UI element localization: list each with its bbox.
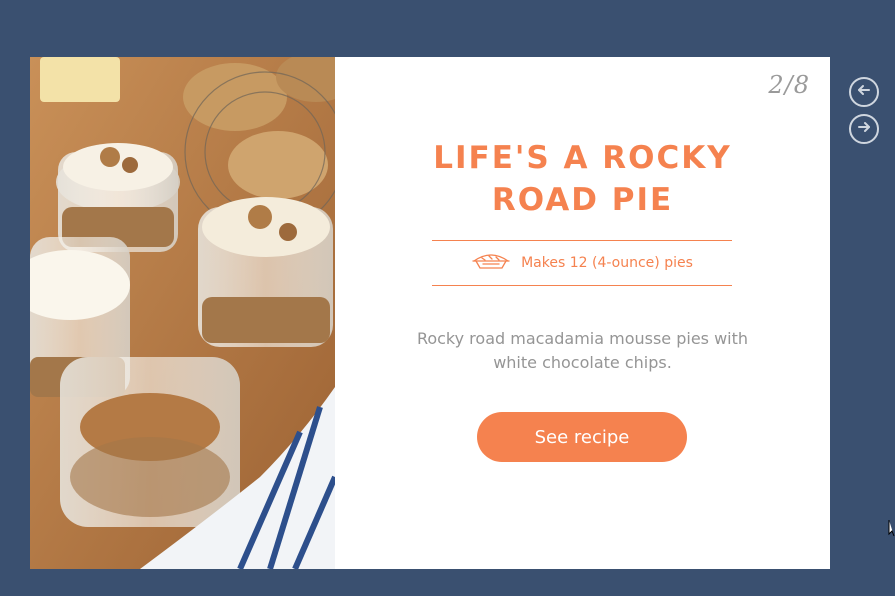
- recipe-photo: [30, 57, 335, 569]
- arrow-right-circle-icon: [855, 118, 873, 140]
- see-recipe-button[interactable]: See recipe: [477, 412, 687, 462]
- recipe-description-line2: white chocolate chips.: [493, 353, 672, 372]
- next-slide-button[interactable]: [849, 114, 879, 144]
- recipe-title: LIFE'S A ROCKY ROAD PIE: [335, 137, 830, 221]
- prev-slide-button[interactable]: [849, 77, 879, 107]
- recipe-title-line1: LIFE'S A ROCKY: [433, 140, 732, 176]
- mouse-cursor-icon: [888, 519, 895, 541]
- recipe-yield-text: Makes 12 (4-ounce) pies: [521, 255, 693, 271]
- recipe-content: 2/8 LIFE'S A ROCKY ROAD PIE Makes 12 (4-…: [335, 57, 830, 569]
- recipe-description: Rocky road macadamia mousse pies with wh…: [395, 327, 770, 375]
- recipe-title-line2: ROAD PIE: [491, 182, 674, 218]
- recipe-yield: Makes 12 (4-ounce) pies: [432, 240, 732, 286]
- pie-icon: [471, 251, 511, 275]
- recipe-card: 2/8 LIFE'S A ROCKY ROAD PIE Makes 12 (4-…: [30, 57, 830, 569]
- arrow-left-circle-icon: [855, 81, 873, 103]
- slide-counter: 2/8: [768, 71, 810, 99]
- recipe-description-line1: Rocky road macadamia mousse pies with: [416, 329, 749, 348]
